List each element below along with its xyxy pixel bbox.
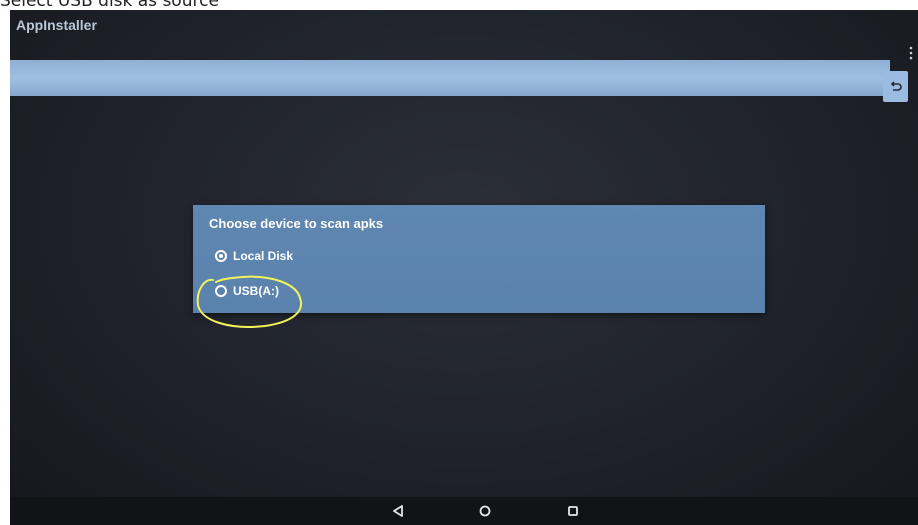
- back-triangle-icon[interactable]: [389, 503, 407, 519]
- radio-unchecked-icon[interactable]: [215, 285, 227, 297]
- more-vert-icon[interactable]: [908, 46, 914, 60]
- choose-device-dialog: Choose device to scan apks Local Disk US…: [193, 205, 765, 313]
- option-usb[interactable]: USB(A:): [215, 281, 279, 301]
- path-bar: [10, 60, 890, 96]
- radio-checked-icon[interactable]: [215, 250, 227, 262]
- return-arrow-icon[interactable]: [883, 71, 908, 102]
- home-circle-icon[interactable]: [476, 503, 494, 519]
- recents-square-icon[interactable]: [564, 503, 582, 519]
- option-label-usb: USB(A:): [233, 284, 279, 298]
- app-title: AppInstaller: [16, 17, 97, 33]
- option-label-local-disk: Local Disk: [233, 249, 294, 263]
- system-nav-bar: [10, 497, 918, 525]
- option-local-disk[interactable]: Local Disk: [215, 246, 293, 266]
- device-screen: AppInstaller Choose device to scan apks …: [10, 10, 918, 525]
- dialog-title: Choose device to scan apks: [209, 216, 384, 231]
